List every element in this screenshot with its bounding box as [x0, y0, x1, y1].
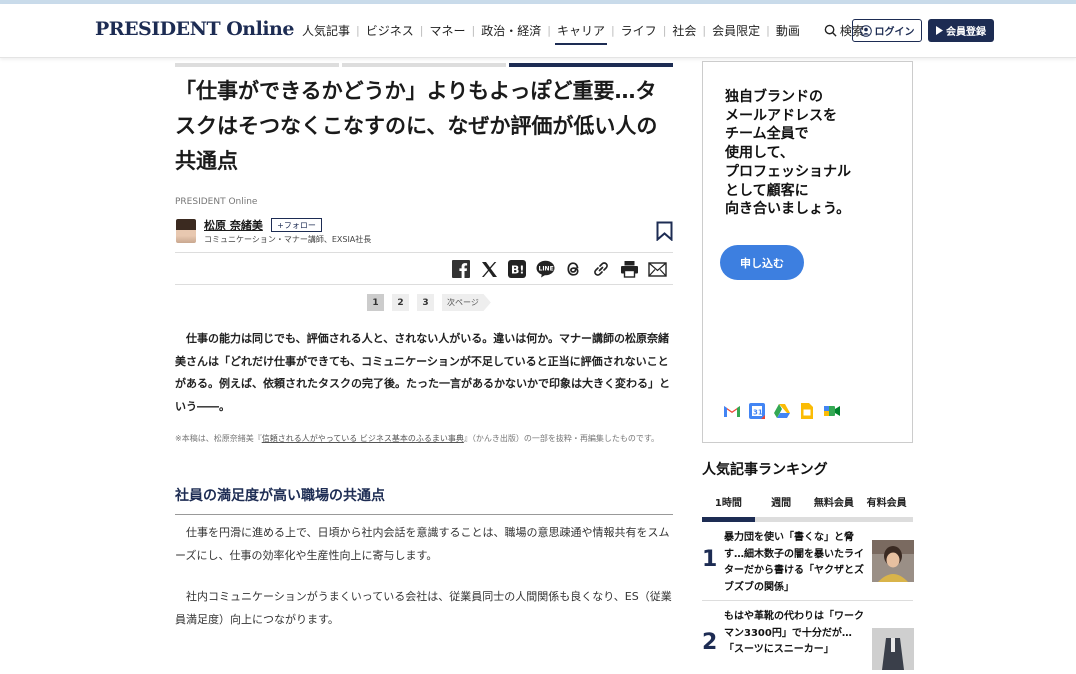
- share-bar: B! LINE: [450, 258, 668, 280]
- ranking-tab-week[interactable]: 週間: [755, 494, 808, 509]
- hatena-icon[interactable]: B!: [506, 258, 528, 280]
- svg-text:LINE: LINE: [538, 266, 553, 273]
- divider: [175, 284, 673, 285]
- nav-item-business[interactable]: ビジネス: [360, 22, 420, 39]
- user-icon: [859, 24, 872, 37]
- app-icons: 31: [723, 402, 841, 420]
- search-icon: [824, 24, 837, 37]
- calendar-icon: 31: [748, 402, 766, 420]
- section-heading: 社員の満足度が高い職場の共通点: [175, 488, 385, 504]
- meet-icon: [823, 402, 841, 420]
- ranking-item-text[interactable]: もはや革靴の代わりは「ワークマン3300円」で十分だが…「スーツにスニーカー」: [724, 609, 864, 659]
- follow-button[interactable]: +フォロー: [271, 218, 322, 232]
- ranking-tab-indicator: [702, 517, 913, 522]
- link-icon[interactable]: [590, 258, 612, 280]
- threads-icon[interactable]: [562, 258, 584, 280]
- svg-text:B!: B!: [511, 264, 524, 277]
- article-title: 「仕事ができるかどうか」よりもよっぽど重要…タスクはそつなくこなすのに、なぜか評…: [175, 79, 658, 173]
- nav-item-career[interactable]: キャリア: [551, 22, 611, 45]
- nav-item-members[interactable]: 会員限定: [706, 22, 766, 39]
- register-button[interactable]: 会員登録: [928, 19, 994, 42]
- nav-item-money[interactable]: マネー: [423, 22, 471, 39]
- author-avatar[interactable]: [176, 219, 196, 243]
- gmail-icon: [723, 402, 741, 420]
- ranking-tab-hour[interactable]: 1時間: [702, 494, 755, 509]
- divider: [175, 514, 673, 515]
- ranking-item-text[interactable]: 暴力団を使い「書くな」と脅す…細木数子の闇を暴いたライターだから書ける「ヤクザと…: [724, 530, 864, 596]
- article-progress-bars: [175, 63, 673, 67]
- facebook-icon[interactable]: [450, 258, 472, 280]
- article-source: PRESIDENT Online: [175, 197, 258, 207]
- ranking-tab-paid[interactable]: 有料会員: [860, 494, 913, 509]
- register-label: 会員登録: [946, 27, 986, 38]
- nav-item-popular[interactable]: 人気記事: [296, 22, 356, 39]
- author-description: コミュニケーション・マナー講師、EXSIA社長: [204, 235, 372, 244]
- article-paragraph: 仕事を円滑に進める上で、日頃から社内会話を意識することは、職場の意思疎通や情報共…: [175, 526, 670, 562]
- mail-icon[interactable]: [646, 258, 668, 280]
- ad-text: 独自ブランドの メールアドレスを チーム全員で 使用して、 プロフェッショナル …: [725, 89, 851, 218]
- divider: [702, 600, 913, 601]
- site-logo[interactable]: PRESIDENT Online: [95, 18, 294, 40]
- ranking-tab-free[interactable]: 無料会員: [808, 494, 861, 509]
- nav-item-video[interactable]: 動画: [770, 22, 806, 39]
- svg-text:31: 31: [753, 409, 763, 417]
- ranking-number: 2: [702, 630, 718, 655]
- ranking-tabs: 1時間 週間 無料会員 有料会員: [702, 494, 913, 509]
- ranking-thumbnail[interactable]: [872, 540, 914, 582]
- bookmark-button[interactable]: [656, 221, 673, 245]
- ranking-number: 1: [702, 547, 718, 572]
- ranking-title: 人気記事ランキング: [702, 462, 828, 478]
- article-lead: 仕事の能力は同じでも、評価される人と、されない人がいる。違いは何か。マナー講師の…: [175, 332, 670, 413]
- main-nav: 人気記事 | ビジネス | マネー | 政治・経済 | キャリア | ライフ | 社会 | 会…: [296, 22, 864, 45]
- article-paragraph: 社内コミュニケーションがうまくいっている会社は、従業員同士の人間関係も良くなり、…: [175, 590, 672, 626]
- advertisement[interactable]: 独自ブランドの メールアドレスを チーム全員で 使用して、 プロフェッショナル …: [702, 61, 913, 443]
- page-3-button[interactable]: 3: [417, 294, 434, 311]
- nav-item-society[interactable]: 社会: [666, 22, 702, 39]
- page-2-button[interactable]: 2: [392, 294, 409, 311]
- page-1-button[interactable]: 1: [367, 294, 384, 311]
- login-button[interactable]: ログイン: [852, 19, 922, 42]
- pagination: 1 2 3 次ページ: [367, 294, 491, 311]
- nav-item-politics[interactable]: 政治・経済: [475, 22, 547, 39]
- divider: [175, 252, 673, 253]
- author-name[interactable]: 松原 奈緒美: [204, 217, 263, 233]
- site-header: PRESIDENT Online 人気記事 | ビジネス | マネー | 政治・経済 |…: [0, 4, 1076, 58]
- play-arrow-icon: [936, 26, 943, 35]
- nav-item-life[interactable]: ライフ: [615, 22, 663, 39]
- article-note: ※本稿は、松原奈緒美『信頼される人がやっている ビジネス基本のふるまい事典』（か…: [175, 434, 660, 443]
- print-icon[interactable]: [618, 258, 640, 280]
- ad-apply-button[interactable]: 申し込む: [720, 245, 804, 280]
- login-label: ログイン: [874, 27, 915, 38]
- bookmark-icon: [656, 221, 673, 242]
- docs-icon: [798, 402, 816, 420]
- book-link[interactable]: 信頼される人がやっている ビジネス基本のふるまい事典: [262, 434, 464, 443]
- drive-icon: [773, 402, 791, 420]
- x-icon[interactable]: [478, 258, 500, 280]
- next-page-button[interactable]: 次ページ: [442, 294, 491, 311]
- line-icon[interactable]: LINE: [534, 258, 556, 280]
- ranking-thumbnail[interactable]: [872, 628, 914, 670]
